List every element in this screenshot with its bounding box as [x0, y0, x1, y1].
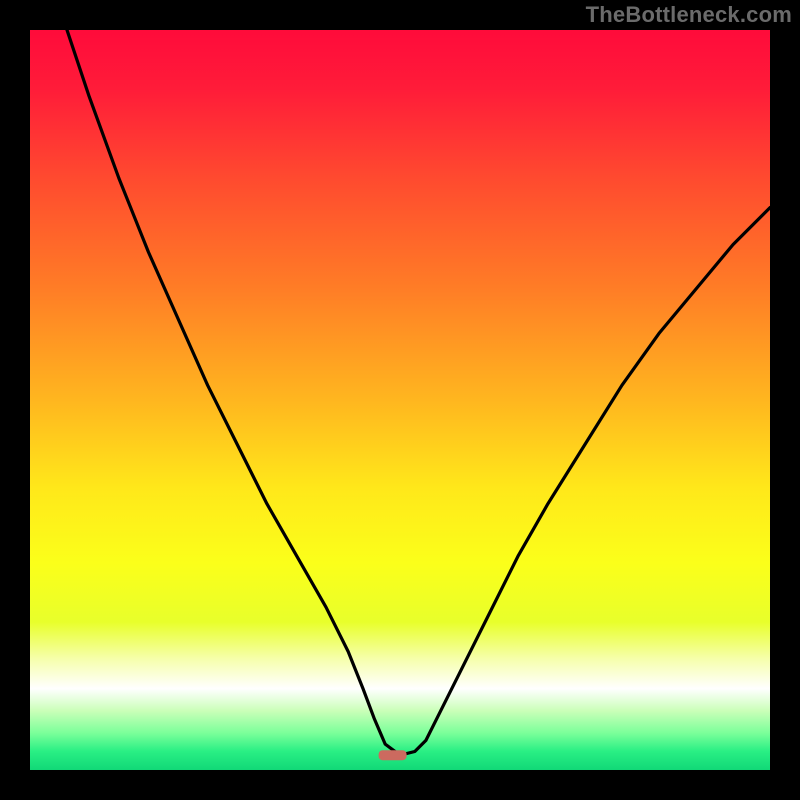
watermark-text: TheBottleneck.com: [586, 2, 792, 28]
optimal-marker: [379, 750, 407, 760]
bottleneck-chart: [30, 30, 770, 770]
gradient-background: [30, 30, 770, 770]
chart-frame: TheBottleneck.com: [0, 0, 800, 800]
